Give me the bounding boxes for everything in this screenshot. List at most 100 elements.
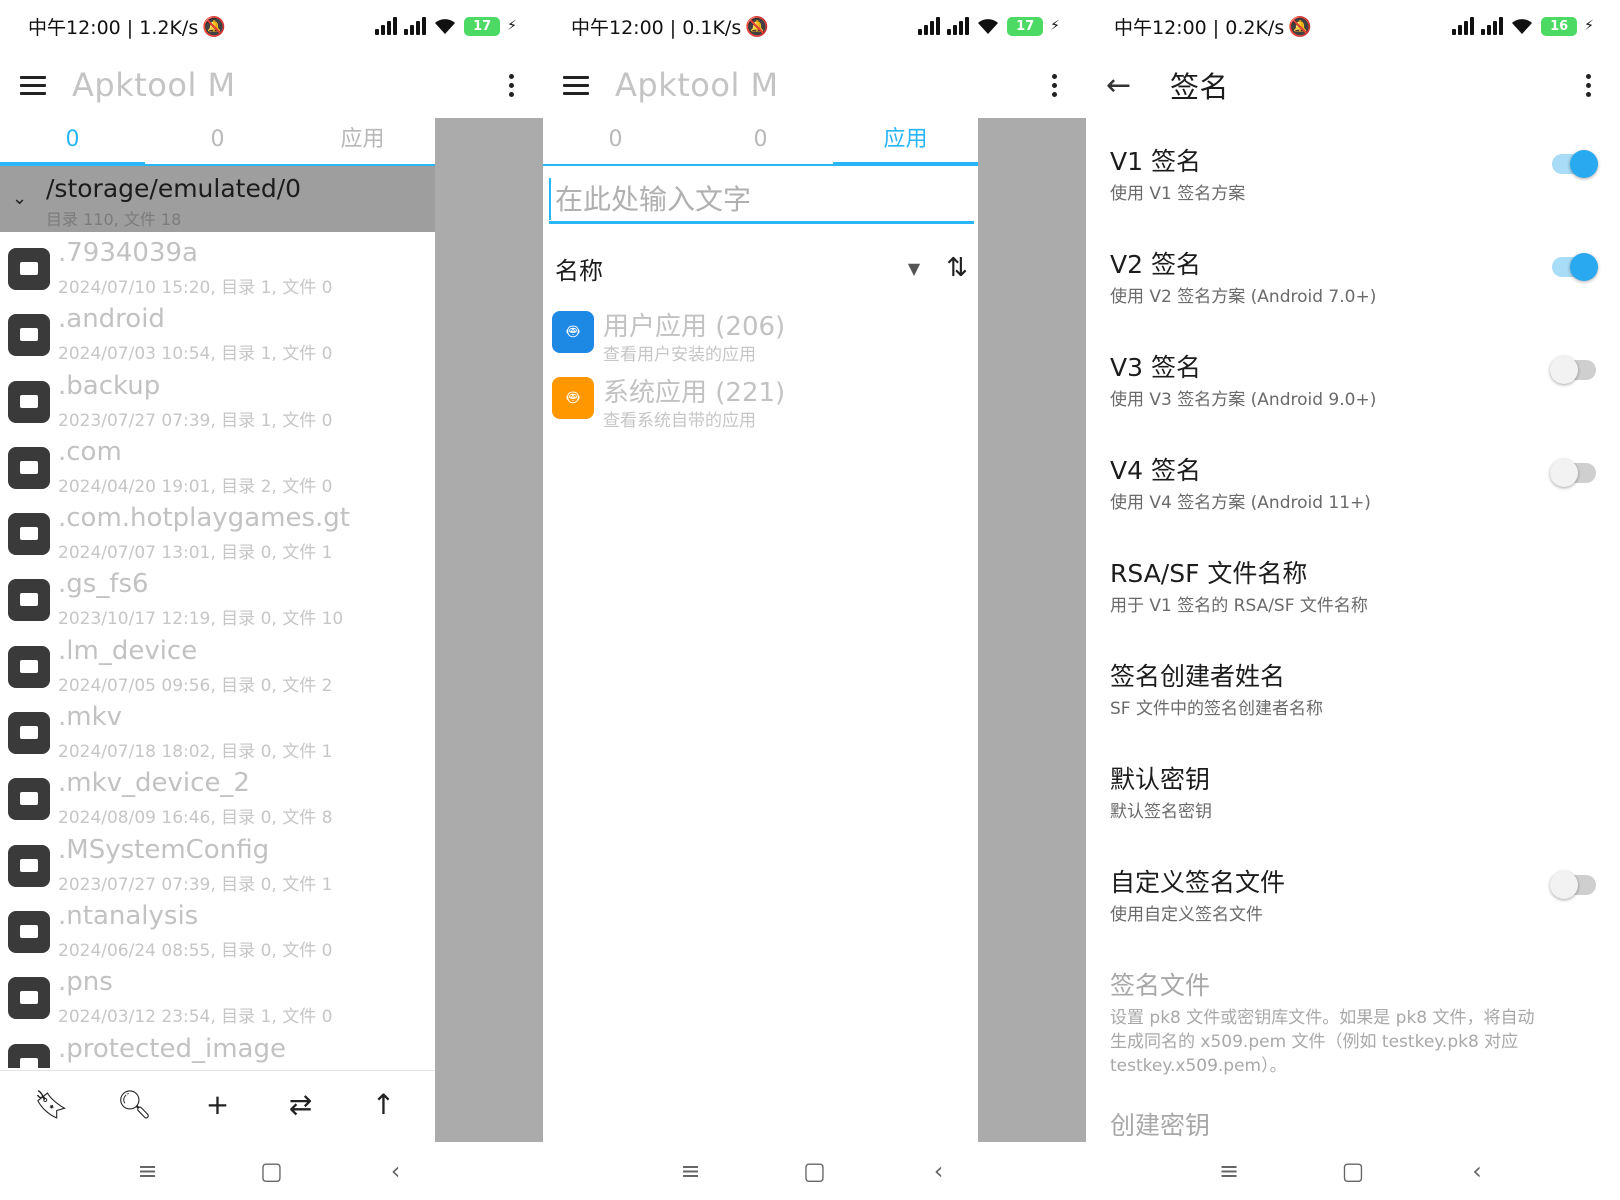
drawer-scrim[interactable] bbox=[435, 118, 543, 1142]
more-options-icon[interactable] bbox=[1042, 73, 1066, 97]
dropdown-arrow-icon[interactable]: ▼ bbox=[908, 259, 920, 278]
folder-icon bbox=[8, 1043, 50, 1068]
status-bar: 中午12:00 | 0.2K/s 🔕 16 ⚡ bbox=[1086, 0, 1620, 52]
battery-icon: 17 bbox=[1007, 16, 1044, 36]
pref-title: V1 签名 bbox=[1110, 147, 1201, 176]
list-item[interactable]: .mkv 2024/07/18 18:02, 目录 0, 文件 1 bbox=[0, 702, 435, 768]
list-item[interactable]: .android 2024/07/03 10:54, 目录 1, 文件 0 bbox=[0, 304, 435, 370]
folder-icon bbox=[8, 513, 50, 556]
current-path: /storage/emulated/0 bbox=[46, 174, 302, 203]
pref-create-key: 创建密钥 bbox=[1086, 1092, 1620, 1142]
list-item[interactable]: .com.hotplaygames.gt 2024/07/07 13:01, 目录… bbox=[0, 503, 435, 569]
chevron-down-icon: ⌄ bbox=[12, 188, 28, 209]
file-meta: 2024/07/10 15:20, 目录 1, 文件 0 bbox=[58, 278, 333, 298]
menu-icon[interactable] bbox=[20, 75, 46, 95]
folder-icon bbox=[8, 778, 50, 821]
tab-storage-2[interactable]: 0 bbox=[688, 118, 833, 164]
v2-toggle[interactable] bbox=[1552, 253, 1598, 281]
system-nav-bar: ≡ ▢ ‹ bbox=[0, 1142, 543, 1200]
settings-list: V1 签名 使用 V1 签名方案 V2 签名 使用 V2 签名方案 (Andro… bbox=[1086, 128, 1620, 1142]
recents-icon[interactable]: ≡ bbox=[1217, 1157, 1241, 1185]
folder-icon bbox=[8, 844, 50, 887]
mute-bell-icon: 🔕 bbox=[745, 15, 769, 38]
list-item[interactable]: .7934039a 2024/07/10 15:20, 目录 1, 文件 0 bbox=[0, 238, 435, 304]
sort-order-icon[interactable]: ⇅ bbox=[946, 253, 968, 283]
bookmark-icon[interactable]: 🔖︎ bbox=[30, 1088, 74, 1121]
file-name: .mkv_device_2 bbox=[58, 768, 250, 799]
pref-rsa-sf-name[interactable]: RSA/SF 文件名称 用于 V1 签名的 RSA/SF 文件名称 bbox=[1086, 540, 1620, 643]
pref-title: 签名创建者姓名 bbox=[1110, 662, 1286, 691]
more-options-icon[interactable] bbox=[499, 73, 523, 97]
tab-storage-1[interactable]: 0 bbox=[0, 118, 145, 166]
home-icon[interactable]: ▢ bbox=[803, 1157, 827, 1185]
back-arrow-icon[interactable]: ← bbox=[1106, 68, 1136, 103]
sort-field-select[interactable]: 名称 bbox=[555, 251, 603, 286]
tab-apps[interactable]: 应用 bbox=[290, 118, 435, 164]
pref-title: 创建密钥 bbox=[1110, 1111, 1211, 1140]
apps-screen: 中午12:00 | 0.1K/s 🔕 17 ⚡ Apktool M 0 0 应用 … bbox=[543, 0, 1086, 1200]
tab-apps[interactable]: 应用 bbox=[833, 118, 978, 166]
tab-bar: 0 0 应用 bbox=[0, 118, 435, 166]
status-bar: 中午12:00 | 0.1K/s 🔕 17 ⚡ bbox=[543, 0, 1086, 52]
recents-icon[interactable]: ≡ bbox=[679, 1157, 703, 1185]
home-icon[interactable]: ▢ bbox=[1341, 1157, 1365, 1185]
tab-storage-2[interactable]: 0 bbox=[145, 118, 290, 164]
pref-v2-signing[interactable]: V2 签名 使用 V2 签名方案 (Android 7.0+) bbox=[1086, 231, 1620, 334]
app-bar: Apktool M bbox=[543, 52, 1086, 118]
pref-v3-signing[interactable]: V3 签名 使用 V3 签名方案 (Android 9.0+) bbox=[1086, 334, 1620, 437]
pref-title: 自定义签名文件 bbox=[1110, 868, 1286, 897]
signal-icon bbox=[1452, 17, 1475, 35]
file-name: .com bbox=[58, 436, 122, 467]
list-item[interactable]: .pns 2024/03/12 23:54, 目录 1, 文件 0 bbox=[0, 967, 435, 1033]
v4-toggle[interactable] bbox=[1550, 459, 1596, 487]
file-meta: 2024/08/09 16:46, 目录 0, 文件 8 bbox=[58, 808, 333, 829]
list-item[interactable]: .backup 2023/07/27 07:39, 目录 1, 文件 0 bbox=[0, 371, 435, 437]
list-item[interactable]: .gs_fs6 2023/10/17 12:19, 目录 0, 文件 10 bbox=[0, 569, 435, 635]
home-icon[interactable]: ▢ bbox=[260, 1157, 284, 1185]
pref-signature-file: 签名文件 设置 pk8 文件或密钥库文件。如果是 pk8 文件，将自动生成同名的… bbox=[1086, 952, 1620, 1092]
search-icon[interactable]: 🔍︎ bbox=[113, 1088, 157, 1121]
back-icon[interactable]: ‹ bbox=[1465, 1157, 1489, 1185]
list-item-system-apps[interactable]: 🤖︎ 系统应用 (221) 查看系统自带的应用 bbox=[543, 372, 978, 438]
add-icon[interactable]: + bbox=[196, 1088, 240, 1121]
list-item-user-apps[interactable]: 🤖︎ 用户应用 (206) 查看用户安装的应用 bbox=[543, 306, 978, 372]
file-name: .ntanalysis bbox=[58, 900, 199, 931]
list-item[interactable]: .lm_device 2024/07/05 09:56, 目录 0, 文件 2 bbox=[0, 636, 435, 702]
pref-v4-signing[interactable]: V4 签名 使用 V4 签名方案 (Android 11+) bbox=[1086, 437, 1620, 540]
folder-icon bbox=[8, 380, 50, 423]
list-item[interactable]: .protected_image bbox=[0, 1034, 435, 1068]
recents-icon[interactable]: ≡ bbox=[136, 1157, 160, 1185]
pref-title: V2 签名 bbox=[1110, 250, 1201, 279]
system-nav-bar: ≡ ▢ ‹ bbox=[543, 1142, 1086, 1200]
file-meta: 2024/04/20 19:01, 目录 2, 文件 0 bbox=[58, 476, 333, 497]
search-input[interactable] bbox=[549, 178, 974, 220]
menu-icon[interactable] bbox=[563, 75, 589, 95]
pref-v1-signing[interactable]: V1 签名 使用 V1 签名方案 bbox=[1086, 128, 1620, 231]
pref-summary: 默认签名密钥 bbox=[1110, 802, 1212, 822]
pref-signer-name[interactable]: 签名创建者姓名 SF 文件中的签名创建者名称 bbox=[1086, 643, 1620, 746]
current-path-header[interactable]: ⌄ /storage/emulated/0 目录 110, 文件 18 bbox=[0, 166, 435, 232]
back-icon[interactable]: ‹ bbox=[384, 1157, 408, 1185]
back-icon[interactable]: ‹ bbox=[927, 1157, 951, 1185]
v3-toggle[interactable] bbox=[1550, 356, 1596, 384]
list-item[interactable]: .MSystemConfig 2023/07/27 07:39, 目录 0, 文件… bbox=[0, 835, 435, 901]
tab-storage-1[interactable]: 0 bbox=[543, 118, 688, 164]
folder-icon bbox=[8, 977, 50, 1020]
pref-title: 签名文件 bbox=[1110, 971, 1211, 1000]
drawer-scrim[interactable] bbox=[978, 118, 1086, 1142]
path-summary: 目录 110, 文件 18 bbox=[46, 210, 182, 229]
swap-icon[interactable]: ⇄ bbox=[279, 1088, 323, 1121]
list-item[interactable]: .mkv_device_2 2024/08/09 16:46, 目录 0, 文件 … bbox=[0, 768, 435, 834]
pref-default-key[interactable]: 默认密钥 默认签名密钥 bbox=[1086, 746, 1620, 849]
pref-custom-signature[interactable]: 自定义签名文件 使用自定义签名文件 bbox=[1086, 849, 1620, 952]
more-options-icon[interactable] bbox=[1576, 73, 1600, 97]
list-item[interactable]: .com 2024/04/20 19:01, 目录 2, 文件 0 bbox=[0, 437, 435, 503]
arrow-up-icon[interactable]: ↑ bbox=[362, 1088, 406, 1121]
custom-signature-toggle[interactable] bbox=[1550, 871, 1596, 899]
v1-toggle[interactable] bbox=[1552, 150, 1598, 178]
pref-summary: 使用 V4 签名方案 (Android 11+) bbox=[1110, 493, 1371, 513]
android-icon: 🤖︎ bbox=[552, 311, 594, 353]
wifi-icon bbox=[1512, 19, 1533, 34]
list-item[interactable]: .ntanalysis 2024/06/24 08:55, 目录 0, 文件 0 bbox=[0, 901, 435, 967]
file-meta: 2023/10/17 12:19, 目录 0, 文件 10 bbox=[58, 609, 344, 630]
